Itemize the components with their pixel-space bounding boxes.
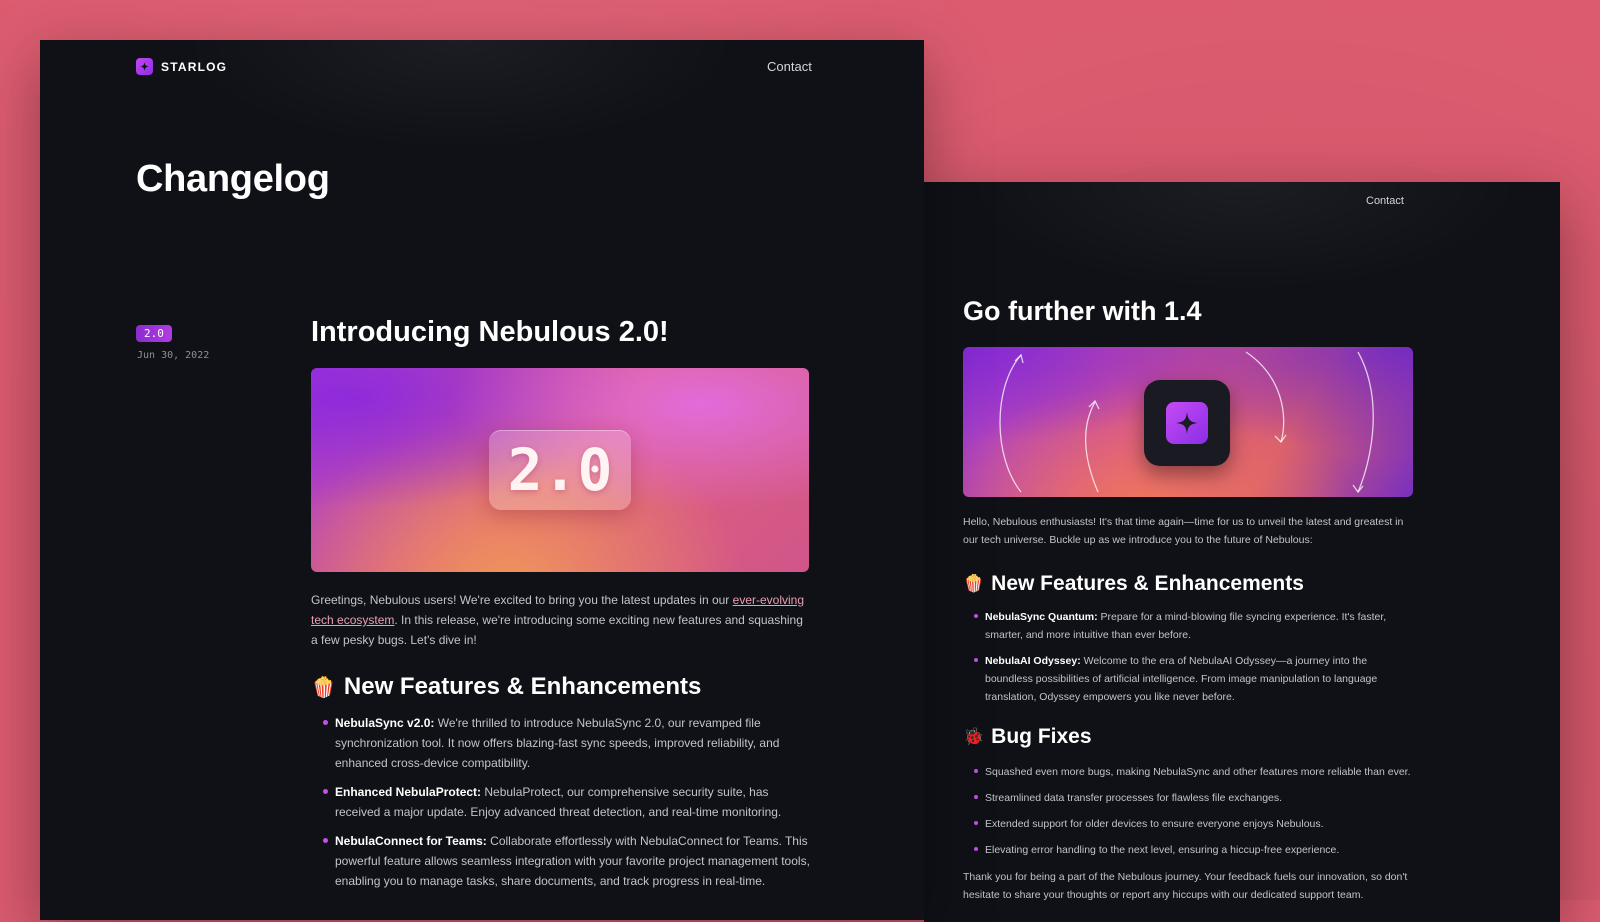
list-item: Elevating error handling to the next lev… [963,841,1423,859]
hero-image: 2.0 [311,368,809,572]
list-item: NebulaSync Quantum: Prepare for a mind-b… [963,608,1413,644]
changelog-window-right: Contact Go further with 1.4 Hello, Nebul… [924,182,1560,922]
bug-fixes-list: Squashed even more bugs, making NebulaSy… [963,763,1423,867]
feature-title: NebulaAI Odyssey: [985,655,1081,667]
features-heading: 🍿 New Features & Enhancements [963,572,1304,596]
list-item: Streamlined data transfer processes for … [963,789,1423,807]
features-heading: 🍿 New Features & Enhancements [311,673,701,701]
list-item: NebulaConnect for Teams: Collaborate eff… [311,831,811,891]
feature-title: Enhanced NebulaProtect: [335,785,482,799]
popcorn-icon: 🍿 [963,574,985,594]
sparkle-icon [136,58,153,75]
feature-title: NebulaSync v2.0: [335,716,435,730]
list-item: Extended support for older devices to en… [963,815,1423,833]
entry-outro: Thank you for being a part of the Nebulo… [963,871,1408,901]
version-graphic: 2.0 [489,430,631,510]
intro-text: Greetings, Nebulous users! We're excited… [311,593,733,607]
entry-intro: Hello, Nebulous enthusiasts! It's that t… [963,516,1404,546]
bug-fixes-heading: 🐞 Bug Fixes [963,725,1092,749]
page-title: Changelog [136,158,330,200]
features-list: NebulaSync v2.0: We're thrilled to intro… [311,713,811,900]
list-item: Squashed even more bugs, making NebulaSy… [963,763,1423,781]
hero-image [963,347,1413,497]
brand-logo[interactable]: STARLOG [136,58,227,75]
contact-link[interactable]: Contact [1366,195,1404,207]
bug-fixes-heading-text: Bug Fixes [991,725,1092,748]
release-date: Jun 30, 2022 [137,350,210,361]
features-list: NebulaSync Quantum: Prepare for a mind-b… [963,608,1413,714]
contact-link[interactable]: Contact [767,59,812,74]
version-badge: 2.0 [136,325,172,342]
bug-icon: 🐞 [963,727,985,747]
entry-intro: Greetings, Nebulous users! We're excited… [311,590,809,650]
feature-title: NebulaSync Quantum: [985,611,1098,623]
list-item: NebulaSync v2.0: We're thrilled to intro… [311,713,811,773]
list-item: Enhanced NebulaProtect: NebulaProtect, o… [311,782,811,822]
app-icon [1144,380,1230,466]
list-item: NebulaAI Odyssey: Welcome to the era of … [963,652,1413,706]
features-heading-text: New Features & Enhancements [991,572,1304,595]
sparkle-icon [1166,402,1208,444]
brand-name: STARLOG [161,59,228,74]
entry-title: Go further with 1.4 [963,296,1202,326]
feature-title: NebulaConnect for Teams: [335,834,487,848]
version-graphic-text: 2.0 [507,436,613,504]
features-heading-text: New Features & Enhancements [343,673,702,700]
popcorn-icon: 🍿 [311,675,336,699]
changelog-window-left: STARLOG Contact Changelog 2.0 Jun 30, 20… [40,40,924,920]
entry-title: Introducing Nebulous 2.0! [311,316,669,348]
